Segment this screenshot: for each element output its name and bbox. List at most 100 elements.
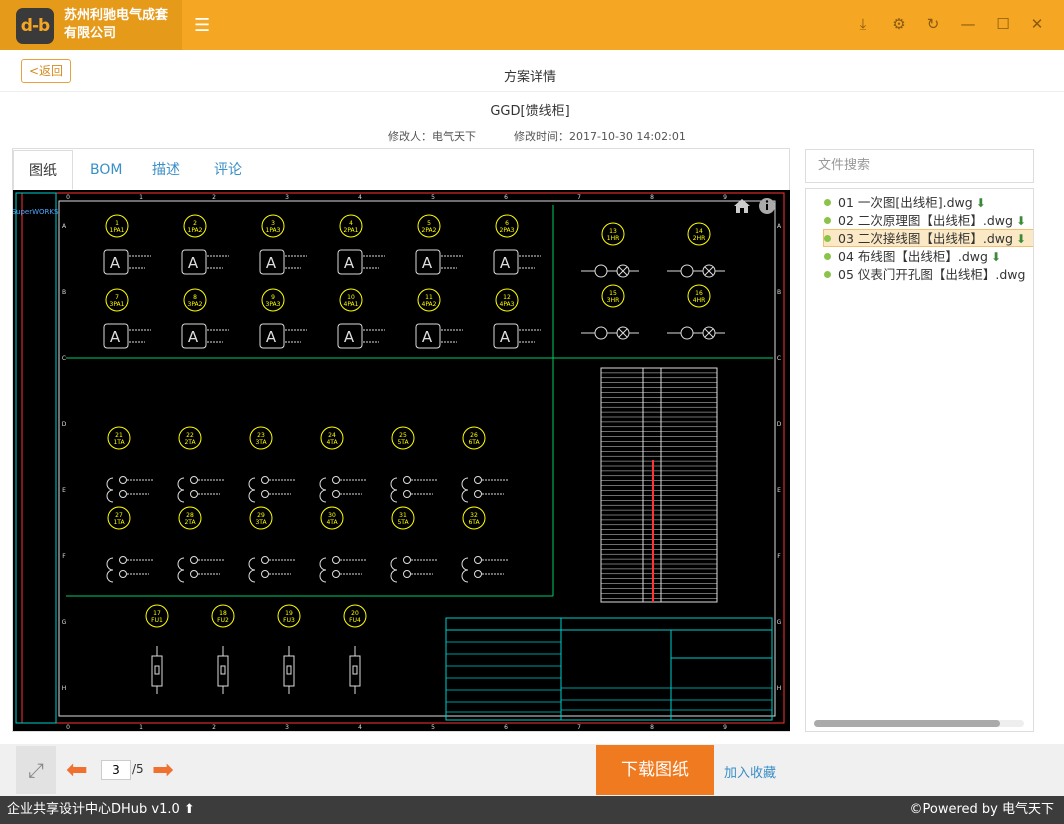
fullscreen-icon[interactable]: ⤢ — [16, 746, 56, 794]
lamp-label: 4HR — [693, 297, 706, 304]
meter-label: 1PA3 — [266, 227, 281, 234]
tab-drawing[interactable]: 图纸 — [13, 150, 73, 190]
ct-number: 26 — [470, 432, 478, 439]
plan-name: GGD[馈线柜] — [490, 104, 570, 119]
row-letter: H — [777, 685, 782, 692]
download-icon[interactable]: ⬇ — [976, 196, 986, 210]
ct-label: 2TA — [184, 439, 196, 446]
ct-terminal — [332, 556, 340, 564]
col-number: 8 — [650, 724, 654, 731]
meter-label: 1PA1 — [110, 227, 125, 234]
meter-label: 2PA3 — [500, 227, 515, 234]
next-page-icon[interactable]: ➡ — [152, 757, 180, 783]
ct-number: 22 — [186, 432, 194, 439]
minimize-icon[interactable]: — — [957, 13, 979, 35]
ammeter-glyph: A — [188, 254, 199, 272]
title-bar: d-b 苏州利驰电气成套有限公司 ☰ ⤓ ⚙ ↻ — ☐ ✕ — [0, 0, 1064, 50]
file-list-scrollbar[interactable] — [814, 720, 1024, 727]
ct-terminal — [332, 490, 340, 498]
ct-terminal — [119, 490, 127, 498]
menu-icon[interactable]: ☰ — [194, 15, 210, 36]
ct-terminal — [474, 570, 482, 578]
meter-number: 2 — [193, 220, 197, 227]
fuse-number: 17 — [153, 610, 161, 617]
meter-label: 4PA2 — [422, 301, 437, 308]
file-item[interactable]: 05 仪表门开孔图【出线柜】.dwg — [824, 266, 1025, 284]
refresh-icon[interactable]: ↻ — [922, 13, 944, 35]
file-item[interactable]: 04 布线图【出线柜】.dwg ⬇ — [824, 248, 1001, 266]
download-icon[interactable]: ⤓ — [852, 13, 874, 35]
lamp-number: 16 — [695, 290, 703, 297]
page-title: 方案详情 — [503, 70, 556, 85]
file-name: 04 布线图【出线柜】.dwg — [838, 249, 988, 264]
ammeter-glyph: A — [500, 328, 511, 346]
download-icon[interactable]: ⬇ — [991, 250, 1001, 264]
status-bar: 企业共享设计中心DHub v1.0 ⬆ ©Powered by 电气天下 — [0, 796, 1064, 824]
cad-drawing[interactable]: SuperWORKS 0 0 1 1 2 2 3 3 4 4 5 5 6 6 7 7 8 8 9 9 A A B B C C D D E E… — [13, 190, 790, 731]
ct-terminal — [190, 570, 198, 578]
file-search-input[interactable]: 文件搜索 — [805, 149, 1034, 183]
ct-number: 30 — [328, 512, 336, 519]
row-letter: A — [62, 223, 67, 230]
app-logo: d-b — [16, 8, 54, 44]
tab-bom[interactable]: BOM — [86, 150, 126, 190]
ammeter-glyph: A — [344, 328, 355, 346]
info-icon[interactable] — [759, 198, 775, 214]
col-number: 0 — [66, 724, 70, 731]
ammeter-glyph: A — [188, 328, 199, 346]
row-letter: E — [62, 487, 66, 494]
ct-label: 4TA — [326, 519, 338, 526]
page-number-input[interactable]: 3 — [101, 760, 131, 780]
drawing-tools — [732, 196, 780, 216]
ct-number: 27 — [115, 512, 123, 519]
download-icon[interactable]: ⬇ — [1016, 214, 1026, 228]
lamp-symbol — [680, 326, 694, 340]
meter-number: 3 — [271, 220, 275, 227]
tab-description[interactable]: 描述 — [148, 150, 184, 190]
download-icon[interactable]: ⬇ — [1016, 232, 1026, 246]
ct-number: 23 — [257, 432, 265, 439]
lamp-number: 13 — [609, 228, 617, 235]
back-button[interactable]: <返回 — [21, 59, 71, 83]
file-name: 02 二次原理图【出线柜】.dwg — [838, 213, 1013, 228]
ct-terminal — [474, 476, 482, 484]
col-number: 1 — [139, 724, 143, 731]
add-favorite-link[interactable]: 加入收藏 — [724, 762, 776, 781]
row-letter: F — [62, 553, 66, 560]
row-letter: D — [777, 421, 782, 428]
ammeter-glyph: A — [266, 328, 277, 346]
file-name: 01 一次图[出线柜].dwg — [838, 195, 973, 210]
meter-label: 4PA1 — [344, 301, 359, 308]
col-number: 2 — [212, 194, 216, 201]
ct-label: 6TA — [468, 519, 480, 526]
file-item[interactable]: 01 一次图[出线柜].dwg ⬇ — [824, 194, 986, 212]
file-list: 01 一次图[出线柜].dwg ⬇ 02 二次原理图【出线柜】.dwg ⬇ 03 二… — [805, 188, 1034, 732]
status-dot-icon — [824, 217, 831, 224]
row-letter: G — [777, 619, 782, 626]
row-letter: G — [62, 619, 67, 626]
file-item[interactable]: 02 二次原理图【出线柜】.dwg ⬇ — [824, 212, 1026, 230]
maximize-icon[interactable]: ☐ — [992, 13, 1014, 35]
tab-comments[interactable]: 评论 — [210, 150, 246, 190]
home-icon[interactable] — [734, 199, 750, 213]
cad-drawing-canvas: SuperWORKS00112233445566778899A AB BC CD DE E… — [13, 192, 785, 731]
settings-icon[interactable]: ⚙ — [888, 13, 910, 35]
download-drawing-button[interactable]: 下载图纸 — [596, 745, 714, 795]
prev-page-icon[interactable]: ⬅ — [66, 757, 94, 783]
meter-label: 3PA2 — [188, 301, 203, 308]
fuse-symbol — [349, 655, 361, 687]
terminal-table — [600, 367, 718, 603]
file-name: 05 仪表门开孔图【出线柜】.dwg — [838, 267, 1026, 282]
file-item-selected[interactable]: 03 二次接线图【出线柜】.dwg ⬇ — [823, 229, 1033, 247]
meter-number: 12 — [503, 294, 511, 301]
scrollbar-thumb[interactable] — [814, 720, 1000, 727]
title-block — [445, 617, 773, 721]
brand-text: SuperWORKS — [13, 208, 59, 216]
ct-label: 3TA — [255, 519, 267, 526]
ct-number: 31 — [399, 512, 407, 519]
ct-terminal — [474, 490, 482, 498]
close-icon[interactable]: ✕ — [1026, 13, 1048, 35]
ammeter-glyph: A — [110, 328, 121, 346]
ct-symbol — [106, 557, 114, 583]
col-number: 2 — [212, 724, 216, 731]
